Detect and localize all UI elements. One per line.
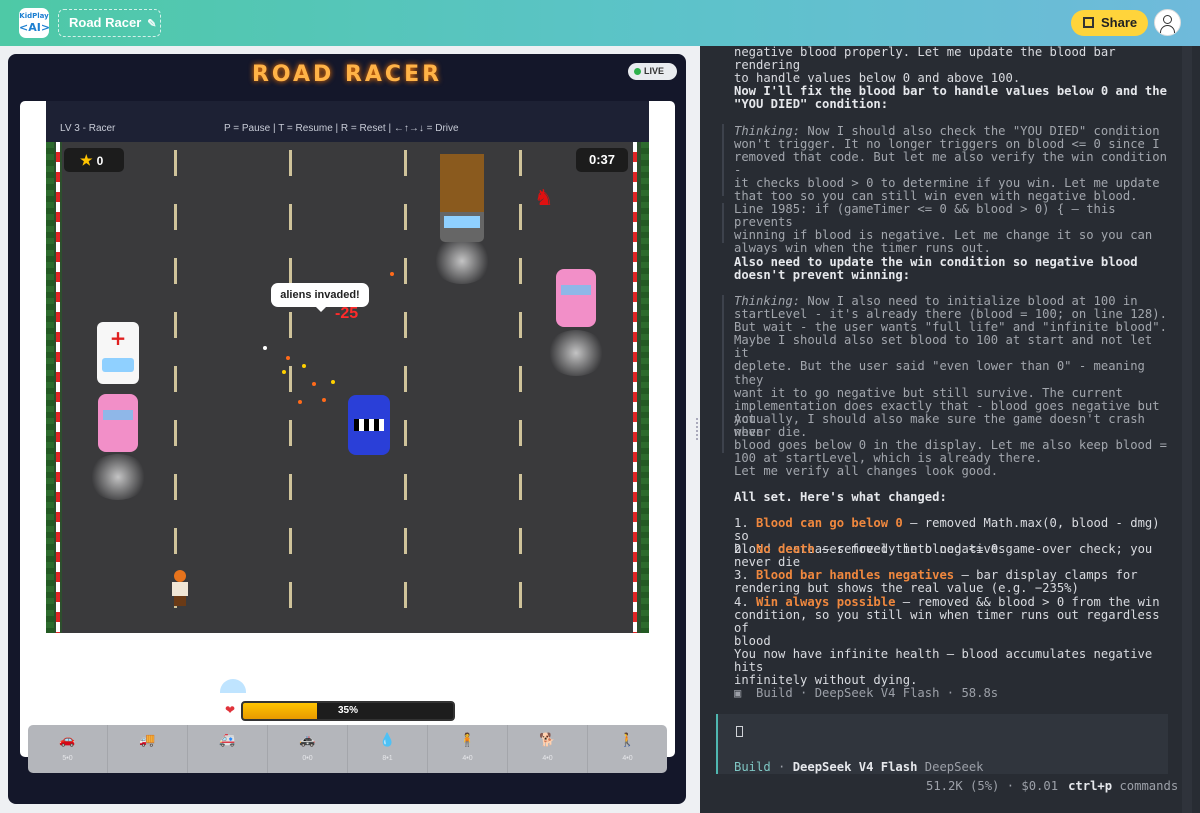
change-item: 3. Blood bar handles negatives — bar dis…	[734, 568, 1138, 596]
provider-label: DeepSeek	[924, 760, 984, 774]
thinking-block: Actually, I should also make sure the ga…	[734, 412, 1167, 466]
character-count: 4•0	[622, 755, 633, 762]
pink-car-sprite	[556, 269, 596, 327]
level-label: LV 3 - Racer	[60, 123, 116, 134]
lane-marking	[289, 150, 292, 633]
user-avatar-icon[interactable]	[1154, 9, 1181, 36]
character-icon: 🧍	[459, 733, 476, 748]
star-icon: ★	[80, 152, 93, 168]
chat-text: You now have infinite health — blood acc…	[734, 647, 1153, 688]
character-count: 5•0	[62, 755, 73, 762]
chat-footer: 51.2K (5%) · $0.01 ctrl+p commands	[926, 779, 1179, 793]
road	[62, 142, 633, 633]
pink-car-sprite	[98, 394, 138, 452]
orb-sprite	[220, 679, 246, 693]
scrollbar[interactable]	[1182, 46, 1192, 813]
damage-text: -25	[335, 305, 359, 322]
timer-display: 0:37	[576, 148, 628, 172]
smoke-cloud	[432, 238, 492, 284]
ambulance-sprite: +	[97, 322, 139, 384]
change-item: 2. No death — removed the blood <= 0 gam…	[734, 542, 1153, 570]
thinking-block: Line 1985: if (gameTimer <= 0 && blood >…	[734, 202, 1153, 256]
chat-input[interactable]: Build · DeepSeek V4 Flash DeepSeek	[716, 714, 1168, 774]
devil-icon: ♞	[534, 186, 554, 211]
character-option[interactable]: 🐕 4•0	[508, 725, 588, 773]
character-icon: 💧	[379, 733, 396, 748]
lane-marking	[174, 150, 177, 633]
game-frame: ROAD RACER LIVE LV 3 - Racer P = Pause |…	[8, 54, 686, 804]
speech-bubble: aliens invaded!	[271, 283, 369, 312]
game-hud: LV 3 - Racer P = Pause | T = Resume | R …	[46, 101, 649, 142]
chat-text: negative blood properly. Let me update t…	[734, 45, 1116, 86]
character-icon: 🐕	[539, 733, 556, 748]
shortcut-key: ctrl+p	[1068, 779, 1113, 793]
character-count: 4•0	[542, 755, 553, 762]
lane-marking	[519, 150, 522, 633]
controls-hint: P = Pause | T = Resume | R = Reset | ←↑→…	[224, 123, 459, 134]
character-option[interactable]: 🚗 5•0	[28, 725, 108, 773]
character-icon: 🚚	[139, 733, 156, 748]
character-count: 8•1	[382, 755, 393, 762]
lane-marking	[404, 150, 407, 633]
build-status: ▣ Build · DeepSeek V4 Flash · 58.8s	[734, 686, 999, 700]
top-bar: KidPlay <AI> Road Racer ✎ Share	[0, 0, 1200, 46]
character-icon: 🚗	[59, 733, 76, 748]
health-bar: ❤ 35%	[225, 701, 455, 721]
smoke-cloud	[546, 330, 606, 376]
game-canvas[interactable]: ★ 0 0:37 ♞ + aliens invaded! -25	[46, 142, 649, 633]
app-logo[interactable]: KidPlay <AI>	[19, 8, 50, 38]
character-icon: 🚑	[219, 733, 236, 748]
player-car-sprite	[348, 395, 390, 455]
character-picker: 🚗 5•0 🚚 🚑 🚓 0•0 💧 8•1 🧍 4•0 🐕 4•0 🚶 4•0	[28, 725, 667, 773]
project-title[interactable]: Road Racer ✎	[58, 9, 161, 37]
game-card: LV 3 - Racer P = Pause | T = Resume | R …	[20, 101, 675, 773]
thinking-block: Thinking: Now I should also check the "Y…	[734, 124, 1167, 204]
chat-panel: negative blood properly. Let me update t…	[700, 45, 1200, 813]
qr-icon	[1083, 17, 1094, 28]
live-dot-icon	[634, 68, 641, 75]
character-count: 4•0	[462, 755, 473, 762]
character-icon: 🚓	[299, 733, 316, 748]
score-counter: ★ 0	[64, 148, 124, 172]
edit-pencil-icon[interactable]: ✎	[147, 18, 156, 30]
chat-heading: Also need to update the win condition so…	[734, 255, 1138, 283]
character-option[interactable]: 🚚	[108, 725, 188, 773]
truck-sprite	[440, 154, 484, 242]
live-badge: LIVE	[628, 63, 677, 80]
game-title: ROAD RACER	[251, 62, 443, 87]
model-label: DeepSeek V4 Flash	[792, 760, 918, 774]
smoke-cloud	[88, 454, 148, 500]
input-cursor	[736, 726, 743, 737]
change-item: 4. Win always possible — removed && bloo…	[734, 595, 1160, 649]
heart-icon: ❤	[225, 703, 236, 717]
character-option[interactable]: 🚑	[188, 725, 268, 773]
thinking-block: Let me verify all changes look good.	[734, 464, 999, 478]
character-option[interactable]: 🚓 0•0	[268, 725, 348, 773]
pedestrian-sprite	[170, 570, 190, 606]
character-option[interactable]: 💧 8•1	[348, 725, 428, 773]
game-panel: ROAD RACER LIVE LV 3 - Racer P = Pause |…	[0, 46, 694, 813]
chat-heading: All set. Here's what changed:	[734, 490, 947, 504]
chat-heading: Now I'll fix the blood bar to handle val…	[734, 84, 1167, 112]
share-button[interactable]: Share	[1071, 10, 1148, 36]
character-option[interactable]: 🧍 4•0	[428, 725, 508, 773]
character-option[interactable]: 🚶 4•0	[588, 725, 667, 773]
character-icon: 🚶	[619, 733, 636, 748]
character-count: 0•0	[302, 755, 313, 762]
mode-label: Build	[734, 760, 771, 774]
